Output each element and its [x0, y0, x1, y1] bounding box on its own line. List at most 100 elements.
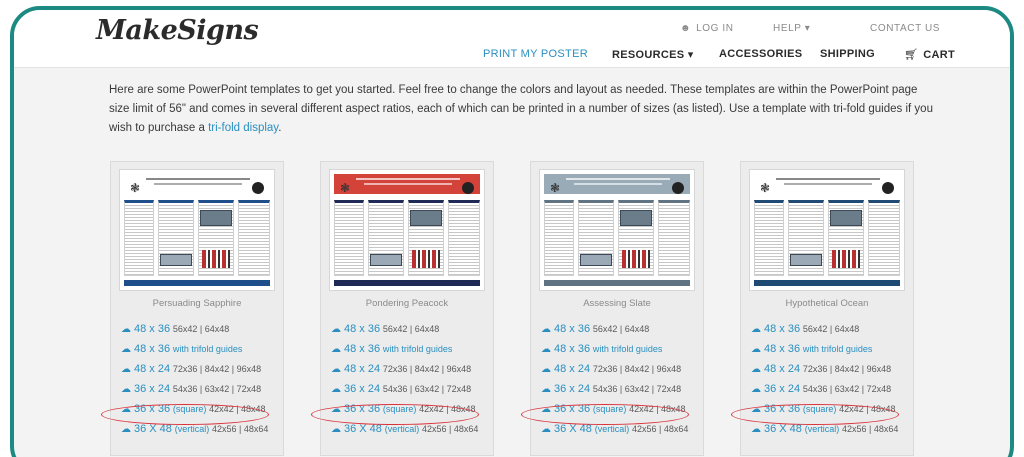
size-alternates: 72x36 | 84x42 | 96x48	[592, 364, 682, 374]
download-icon: ☁︎	[541, 324, 551, 335]
vertical-size-highlight	[521, 404, 689, 425]
download-icon: ☁︎	[751, 344, 761, 355]
poster-subtitle-line	[154, 183, 242, 185]
size-link[interactable]: ☁︎ 36 X 48 (vertical) 42x56 | 48x64	[331, 423, 478, 443]
poster-text-column	[658, 200, 690, 276]
poster-text-column	[544, 200, 574, 276]
template-card: ❃ Persuading Sapphire ☁︎ 48 x 36 56x42 | 64…	[101, 161, 284, 456]
size-main: 48 x 36	[554, 343, 591, 355]
size-main: 36 X 48	[554, 423, 592, 435]
size-main: 48 x 36	[554, 323, 591, 335]
accessories-link[interactable]: ACCESSORIES	[719, 48, 802, 60]
shipping-link[interactable]: SHIPPING	[820, 48, 875, 60]
size-link[interactable]: ☁︎ 48 x 36 with trifold guides	[331, 343, 478, 363]
login-label: LOG IN	[696, 23, 734, 34]
download-icon: ☁︎	[331, 324, 341, 335]
size-main: 36 x 24	[134, 383, 171, 395]
makesigns-logo[interactable]: MakeSigns	[96, 15, 259, 46]
size-alternates: 42x56 | 48x64	[632, 424, 689, 434]
size-link[interactable]: ☁︎ 36 X 48 (vertical) 42x56 | 48x64	[751, 423, 898, 443]
size-extra: (vertical)	[174, 424, 210, 434]
size-main: 36 X 48	[764, 423, 802, 435]
size-main: 48 x 36	[764, 343, 801, 355]
poster-bar-chart	[412, 250, 440, 268]
size-link[interactable]: ☁︎ 48 x 24 72x36 | 84x42 | 96x48	[331, 363, 478, 383]
size-alternates: 54x36 | 63x42 | 72x48	[172, 384, 262, 394]
poster-title-bar	[334, 174, 480, 194]
size-link[interactable]: ☁︎ 48 x 36 with trifold guides	[121, 343, 268, 363]
template-thumbnail[interactable]: ❃	[539, 169, 695, 291]
size-link[interactable]: ☁︎ 36 X 48 (vertical) 42x56 | 48x64	[121, 423, 268, 443]
size-main: 48 x 24	[764, 363, 801, 375]
download-icon: ☁︎	[541, 424, 551, 435]
poster-text-column	[238, 200, 270, 276]
size-link[interactable]: ☁︎ 36 X 48 (vertical) 42x56 | 48x64	[541, 423, 688, 443]
poster-bar-chart	[832, 250, 860, 268]
size-extra: (vertical)	[384, 424, 420, 434]
size-link[interactable]: ☁︎ 36 x 24 54x36 | 63x42 | 72x48	[751, 383, 898, 403]
download-icon: ☁︎	[331, 424, 341, 435]
size-main: 48 x 24	[344, 363, 381, 375]
site-header: MakeSigns ☻ LOG IN HELP ▾ CONTACT US PRIN…	[14, 10, 1010, 68]
poster-logo-icon: ❃	[550, 181, 561, 195]
size-list: ☁︎ 48 x 36 56x42 | 64x48 ☁︎ 48 x 36 with tr…	[541, 323, 688, 443]
download-icon: ☁︎	[121, 344, 131, 355]
size-main: 36 x 24	[554, 383, 591, 395]
size-link[interactable]: ☁︎ 48 x 36 56x42 | 64x48	[331, 323, 478, 343]
size-link[interactable]: ☁︎ 48 x 36 56x42 | 64x48	[121, 323, 268, 343]
poster-title-line	[776, 178, 880, 180]
size-extra: with trifold guides	[382, 344, 453, 354]
size-extra: with trifold guides	[802, 344, 873, 354]
size-main: 48 x 36	[344, 323, 381, 335]
size-link[interactable]: ☁︎ 36 x 24 54x36 | 63x42 | 72x48	[121, 383, 268, 403]
size-link[interactable]: ☁︎ 48 x 36 56x42 | 64x48	[541, 323, 688, 343]
size-link[interactable]: ☁︎ 48 x 24 72x36 | 84x42 | 96x48	[121, 363, 268, 383]
poster-subtitle-line	[784, 183, 872, 185]
contact-us-link[interactable]: CONTACT US	[870, 23, 940, 34]
size-extra: (vertical)	[804, 424, 840, 434]
poster-text-column	[868, 200, 900, 276]
poster-text-column	[124, 200, 154, 276]
size-link[interactable]: ☁︎ 48 x 24 72x36 | 84x42 | 96x48	[541, 363, 688, 383]
template-thumbnail[interactable]: ❃	[749, 169, 905, 291]
size-list: ☁︎ 48 x 36 56x42 | 64x48 ☁︎ 48 x 36 with tr…	[331, 323, 478, 443]
poster-logo-icon: ❃	[130, 181, 141, 195]
size-link[interactable]: ☁︎ 36 x 24 54x36 | 63x42 | 72x48	[331, 383, 478, 403]
download-icon: ☁︎	[541, 344, 551, 355]
size-alternates: 42x56 | 48x64	[212, 424, 269, 434]
poster-footer	[544, 280, 690, 286]
size-alternates: 54x36 | 63x42 | 72x48	[382, 384, 472, 394]
print-my-poster-link[interactable]: PRINT MY POSTER	[483, 48, 588, 60]
help-menu[interactable]: HELP ▾	[773, 23, 810, 34]
login-link[interactable]: ☻ LOG IN	[680, 23, 734, 34]
template-thumbnail[interactable]: ❃	[329, 169, 485, 291]
size-alternates: 42x56 | 48x64	[842, 424, 899, 434]
resources-menu[interactable]: RESOURCES ▾	[612, 48, 694, 61]
size-link[interactable]: ☁︎ 48 x 36 with trifold guides	[751, 343, 898, 363]
cart-label: CART	[923, 49, 956, 61]
cart-link[interactable]: 🛒︎ CART	[904, 48, 955, 61]
template-thumbnail[interactable]: ❃	[119, 169, 275, 291]
size-alternates: 72x36 | 84x42 | 96x48	[802, 364, 892, 374]
size-link[interactable]: ☁︎ 48 x 24 72x36 | 84x42 | 96x48	[751, 363, 898, 383]
size-link[interactable]: ☁︎ 48 x 36 with trifold guides	[541, 343, 688, 363]
poster-text-column	[754, 200, 784, 276]
poster-title-line	[566, 178, 670, 180]
size-link[interactable]: ☁︎ 48 x 36 56x42 | 64x48	[751, 323, 898, 343]
size-main: 48 x 24	[134, 363, 171, 375]
poster-figure	[200, 210, 232, 226]
size-main: 48 x 36	[134, 343, 171, 355]
cart-icon: 🛒︎	[904, 49, 919, 61]
poster-figure	[830, 210, 862, 226]
tri-fold-display-link[interactable]: tri-fold display	[208, 122, 278, 134]
size-main: 48 x 36	[344, 343, 381, 355]
poster-title-bar	[544, 174, 690, 194]
size-alternates: 56x42 | 64x48	[592, 324, 650, 334]
size-main: 36 X 48	[344, 423, 382, 435]
size-alternates: 42x56 | 48x64	[422, 424, 479, 434]
poster-graph	[580, 254, 612, 266]
size-link[interactable]: ☁︎ 36 x 24 54x36 | 63x42 | 72x48	[541, 383, 688, 403]
poster-badge-icon	[462, 182, 474, 194]
download-icon: ☁︎	[751, 364, 761, 375]
size-main: 36 x 24	[764, 383, 801, 395]
